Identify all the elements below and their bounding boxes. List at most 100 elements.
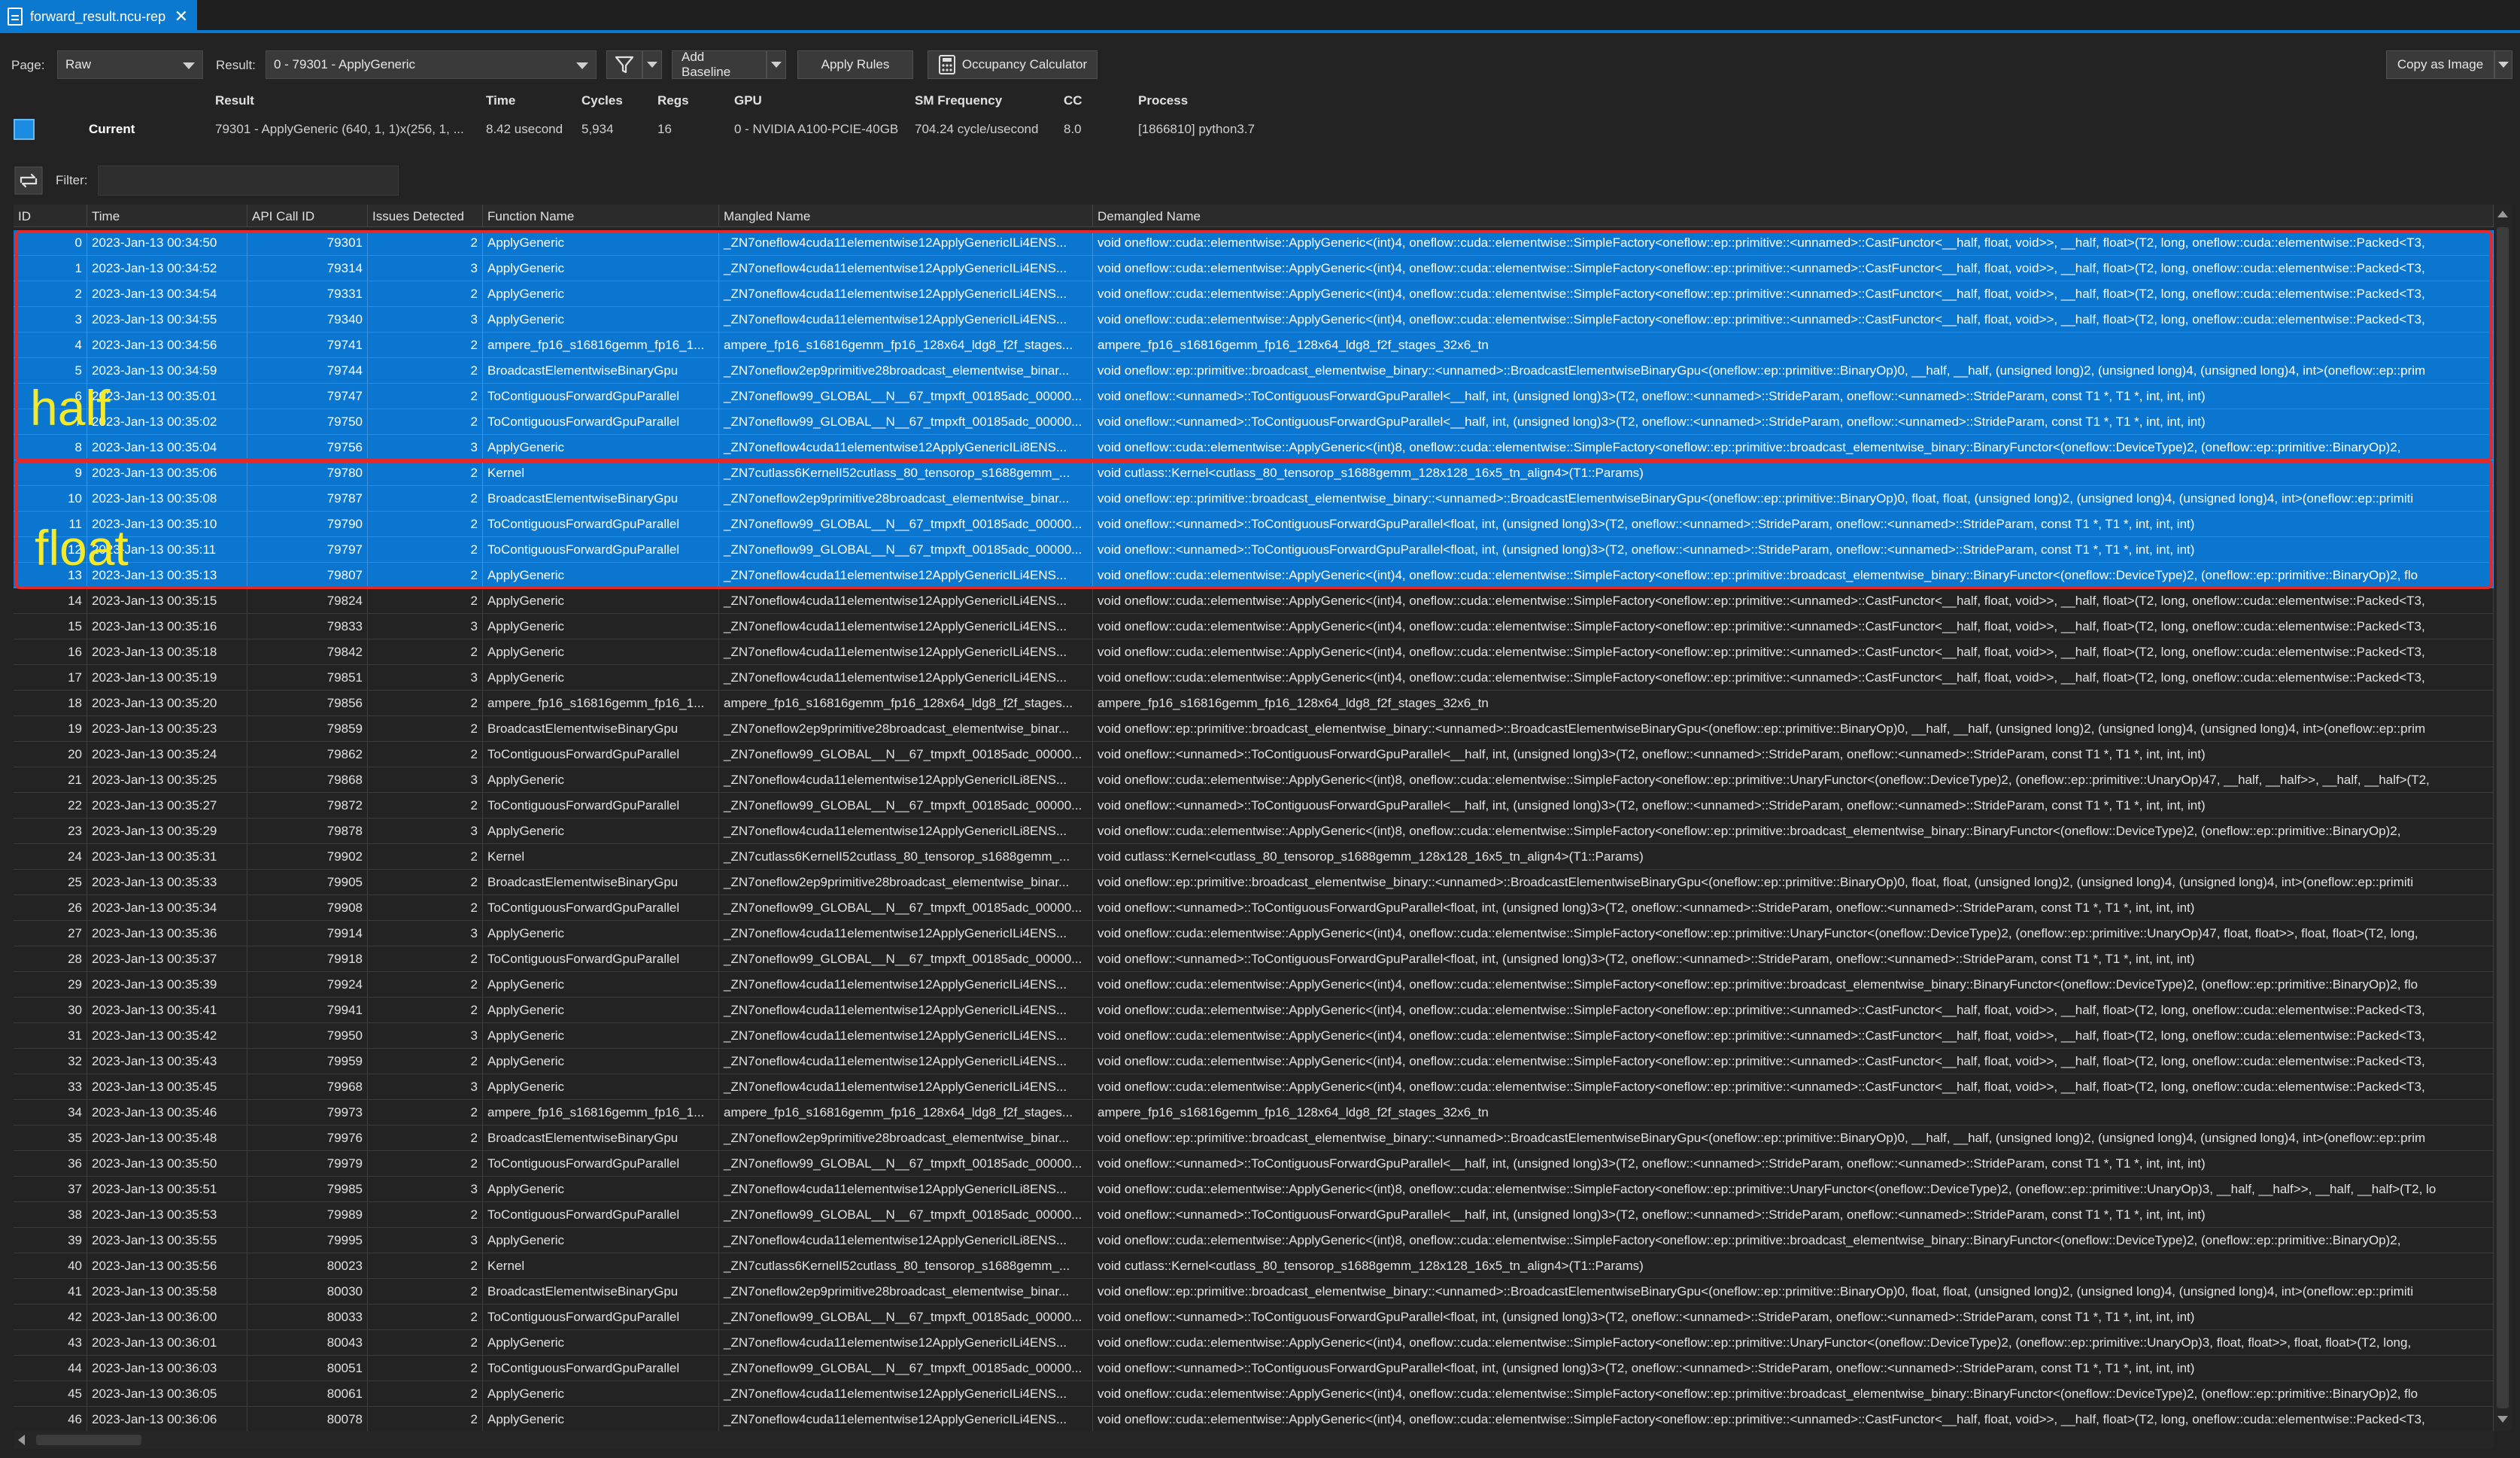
table-row[interactable]: 12 2023-Jan-13 00:35:11 79797 2 ToContiguous… bbox=[14, 537, 2494, 563]
table-row[interactable]: 3 2023-Jan-13 00:34:55 79340 3 ApplyGeneric _… bbox=[14, 307, 2494, 333]
table-row[interactable]: 20 2023-Jan-13 00:35:24 79862 2 ToContiguous… bbox=[14, 742, 2494, 767]
table-row[interactable]: 39 2023-Jan-13 00:35:55 79995 3 ApplyGeneric… bbox=[14, 1228, 2494, 1253]
cell-demangled-name: void oneflow::<unnamed>::ToContiguousFor… bbox=[1093, 1151, 2494, 1177]
table-row[interactable]: 9 2023-Jan-13 00:35:06 79780 2 Kernel _ZN7cut… bbox=[14, 460, 2494, 486]
table-row[interactable]: 13 2023-Jan-13 00:35:13 79807 2 ApplyGeneric… bbox=[14, 563, 2494, 588]
table-row[interactable]: 40 2023-Jan-13 00:35:56 80023 2 Kernel _ZN7cu… bbox=[14, 1253, 2494, 1279]
table-row[interactable]: 32 2023-Jan-13 00:35:43 79959 2 ApplyGeneric… bbox=[14, 1049, 2494, 1074]
page-select-value: Raw bbox=[65, 57, 92, 71]
cell-api-call-id: 79941 bbox=[247, 998, 368, 1023]
table-row[interactable]: 38 2023-Jan-13 00:35:53 79989 2 ToContiguous… bbox=[14, 1202, 2494, 1228]
cell-id: 13 bbox=[14, 563, 87, 588]
column-header-function-name[interactable]: Function Name bbox=[483, 205, 719, 227]
table-row[interactable]: 19 2023-Jan-13 00:35:23 79859 2 BroadcastEle… bbox=[14, 716, 2494, 742]
table-row[interactable]: 24 2023-Jan-13 00:35:31 79902 2 Kernel _ZN7cu… bbox=[14, 844, 2494, 870]
table-row[interactable]: 6 2023-Jan-13 00:35:01 79747 2 ToContiguousF… bbox=[14, 384, 2494, 409]
table-row[interactable]: 29 2023-Jan-13 00:35:39 79924 2 ApplyGeneric… bbox=[14, 972, 2494, 998]
filter-button[interactable] bbox=[606, 50, 642, 79]
horizontal-scroll-thumb[interactable] bbox=[36, 1435, 141, 1445]
swap-icon[interactable] bbox=[14, 166, 44, 196]
copy-as-image-button[interactable]: Copy as Image bbox=[2386, 50, 2494, 79]
column-header-time[interactable]: Time bbox=[87, 205, 247, 227]
table-row[interactable]: 30 2023-Jan-13 00:35:41 79941 2 ApplyGeneric… bbox=[14, 998, 2494, 1023]
table-row[interactable]: 27 2023-Jan-13 00:35:36 79914 3 ApplyGeneric… bbox=[14, 921, 2494, 946]
cell-mangled-name: _ZN7oneflow2ep9primitive28broadcast_elem… bbox=[719, 1279, 1093, 1305]
cell-demangled-name: void oneflow::ep::primitive::broadcast_e… bbox=[1093, 716, 2494, 742]
table-row[interactable]: 42 2023-Jan-13 00:36:00 80033 2 ToContiguous… bbox=[14, 1305, 2494, 1330]
cell-id: 29 bbox=[14, 972, 87, 998]
table-row[interactable]: 41 2023-Jan-13 00:35:58 80030 2 BroadcastEle… bbox=[14, 1279, 2494, 1305]
page-select[interactable]: Raw bbox=[57, 50, 203, 79]
table-row[interactable]: 28 2023-Jan-13 00:35:37 79918 2 ToContiguous… bbox=[14, 946, 2494, 972]
cell-demangled-name: ampere_fp16_s16816gemm_fp16_128x64_ldg8_… bbox=[1093, 691, 2494, 716]
table-row[interactable]: 18 2023-Jan-13 00:35:20 79856 2 ampere_fp16_… bbox=[14, 691, 2494, 716]
cell-time: 2023-Jan-13 00:35:19 bbox=[87, 665, 247, 691]
cell-mangled-name: _ZN7oneflow4cuda11elementwise12ApplyGene… bbox=[719, 1228, 1093, 1253]
table-row[interactable]: 10 2023-Jan-13 00:35:08 79787 2 BroadcastEle… bbox=[14, 486, 2494, 512]
cell-id: 37 bbox=[14, 1177, 87, 1202]
column-header-demangled-name[interactable]: Demangled Name bbox=[1093, 205, 2494, 227]
column-header-mangled-name[interactable]: Mangled Name bbox=[719, 205, 1093, 227]
table-row[interactable]: 45 2023-Jan-13 00:36:05 80061 2 ApplyGeneric… bbox=[14, 1381, 2494, 1407]
occupancy-calculator-button[interactable]: Occupancy Calculator bbox=[928, 50, 1098, 79]
apply-rules-button[interactable]: Apply Rules bbox=[797, 50, 913, 79]
table-row[interactable]: 15 2023-Jan-13 00:35:16 79833 3 ApplyGeneric… bbox=[14, 614, 2494, 639]
summary-time: 8.42 usecond bbox=[486, 122, 563, 136]
table-row[interactable]: 36 2023-Jan-13 00:35:50 79979 2 ToContiguous… bbox=[14, 1151, 2494, 1177]
cell-mangled-name: _ZN7oneflow4cuda11elementwise12ApplyGene… bbox=[719, 639, 1093, 665]
table-row[interactable]: 26 2023-Jan-13 00:35:34 79908 2 ToContiguous… bbox=[14, 895, 2494, 921]
filter-input[interactable] bbox=[98, 166, 399, 196]
table-row[interactable]: 0 2023-Jan-13 00:34:50 79301 2 ApplyGeneric _… bbox=[14, 230, 2494, 256]
table-row[interactable]: 2 2023-Jan-13 00:34:54 79331 2 ApplyGeneric _… bbox=[14, 281, 2494, 307]
filter-dropdown-button[interactable] bbox=[642, 50, 662, 79]
copy-as-image-dropdown-button[interactable] bbox=[2494, 50, 2512, 79]
add-baseline-dropdown-button[interactable] bbox=[767, 50, 786, 79]
column-header-api-call-id[interactable]: API Call ID bbox=[247, 205, 368, 227]
table-row[interactable]: 31 2023-Jan-13 00:35:42 79950 3 ApplyGeneric… bbox=[14, 1023, 2494, 1049]
table-row[interactable]: 43 2023-Jan-13 00:36:01 80043 2 ApplyGeneric… bbox=[14, 1330, 2494, 1356]
tab-forward-result[interactable]: forward_result.ncu-rep ✕ bbox=[0, 0, 197, 33]
cell-api-call-id: 79862 bbox=[247, 742, 368, 767]
vertical-scrollbar[interactable] bbox=[2494, 205, 2512, 1431]
table-row[interactable]: 35 2023-Jan-13 00:35:48 79976 2 BroadcastEle… bbox=[14, 1125, 2494, 1151]
table-row[interactable]: 44 2023-Jan-13 00:36:03 80051 2 ToContiguous… bbox=[14, 1356, 2494, 1381]
chevron-down-icon bbox=[576, 62, 588, 69]
table-row[interactable]: 14 2023-Jan-13 00:35:15 79824 2 ApplyGeneric… bbox=[14, 588, 2494, 614]
cell-id: 15 bbox=[14, 614, 87, 639]
summary-header-process: Process bbox=[1138, 93, 1189, 108]
add-baseline-button[interactable]: Add Baseline bbox=[672, 50, 767, 79]
table-row[interactable]: 7 2023-Jan-13 00:35:02 79750 2 ToContiguousF… bbox=[14, 409, 2494, 435]
calculator-icon bbox=[938, 55, 955, 74]
table-row[interactable]: 8 2023-Jan-13 00:35:04 79756 3 ApplyGeneric _… bbox=[14, 435, 2494, 460]
table-row[interactable]: 22 2023-Jan-13 00:35:27 79872 2 ToContiguous… bbox=[14, 793, 2494, 819]
result-select[interactable]: 0 - 79301 - ApplyGeneric bbox=[266, 50, 597, 79]
scroll-left-icon[interactable] bbox=[18, 1435, 25, 1445]
cell-api-call-id: 79859 bbox=[247, 716, 368, 742]
table-row[interactable]: 1 2023-Jan-13 00:34:52 79314 3 ApplyGeneric _… bbox=[14, 256, 2494, 281]
column-header-id[interactable]: ID bbox=[14, 205, 87, 227]
cell-api-call-id: 80033 bbox=[247, 1305, 368, 1330]
cell-time: 2023-Jan-13 00:35:04 bbox=[87, 435, 247, 460]
close-icon[interactable]: ✕ bbox=[175, 7, 188, 26]
table-row[interactable]: 11 2023-Jan-13 00:35:10 79790 2 ToContiguous… bbox=[14, 512, 2494, 537]
table-row[interactable]: 5 2023-Jan-13 00:34:59 79744 2 BroadcastElem… bbox=[14, 358, 2494, 384]
table-row[interactable]: 21 2023-Jan-13 00:35:25 79868 3 ApplyGeneric… bbox=[14, 767, 2494, 793]
cell-id: 19 bbox=[14, 716, 87, 742]
scroll-down-icon[interactable] bbox=[2497, 1416, 2508, 1423]
column-header-issues-detected[interactable]: Issues Detected bbox=[368, 205, 483, 227]
horizontal-scrollbar[interactable] bbox=[14, 1431, 2494, 1449]
table-row[interactable]: 34 2023-Jan-13 00:35:46 79973 2 ampere_fp16_… bbox=[14, 1100, 2494, 1125]
table-row[interactable]: 37 2023-Jan-13 00:35:51 79985 3 ApplyGeneric… bbox=[14, 1177, 2494, 1202]
table-row[interactable]: 16 2023-Jan-13 00:35:18 79842 2 ApplyGeneric… bbox=[14, 639, 2494, 665]
table-row[interactable]: 25 2023-Jan-13 00:35:33 79905 2 BroadcastEle… bbox=[14, 870, 2494, 895]
vertical-scroll-thumb[interactable] bbox=[2497, 227, 2509, 1408]
cell-time: 2023-Jan-13 00:35:48 bbox=[87, 1125, 247, 1151]
cell-demangled-name: void oneflow::cuda::elementwise::ApplyGe… bbox=[1093, 639, 2494, 665]
table-row[interactable]: 17 2023-Jan-13 00:35:19 79851 3 ApplyGeneric… bbox=[14, 665, 2494, 691]
table-row[interactable]: 33 2023-Jan-13 00:35:45 79968 3 ApplyGeneric… bbox=[14, 1074, 2494, 1100]
table-row[interactable]: 23 2023-Jan-13 00:35:29 79878 3 ApplyGeneric… bbox=[14, 819, 2494, 844]
table-row[interactable]: 46 2023-Jan-13 00:36:06 80078 2 ApplyGeneric… bbox=[14, 1407, 2494, 1431]
cell-issues-detected: 3 bbox=[368, 1177, 483, 1202]
table-row[interactable]: 4 2023-Jan-13 00:34:56 79741 2 ampere_fp16_s… bbox=[14, 333, 2494, 358]
scroll-up-icon[interactable] bbox=[2497, 211, 2508, 217]
